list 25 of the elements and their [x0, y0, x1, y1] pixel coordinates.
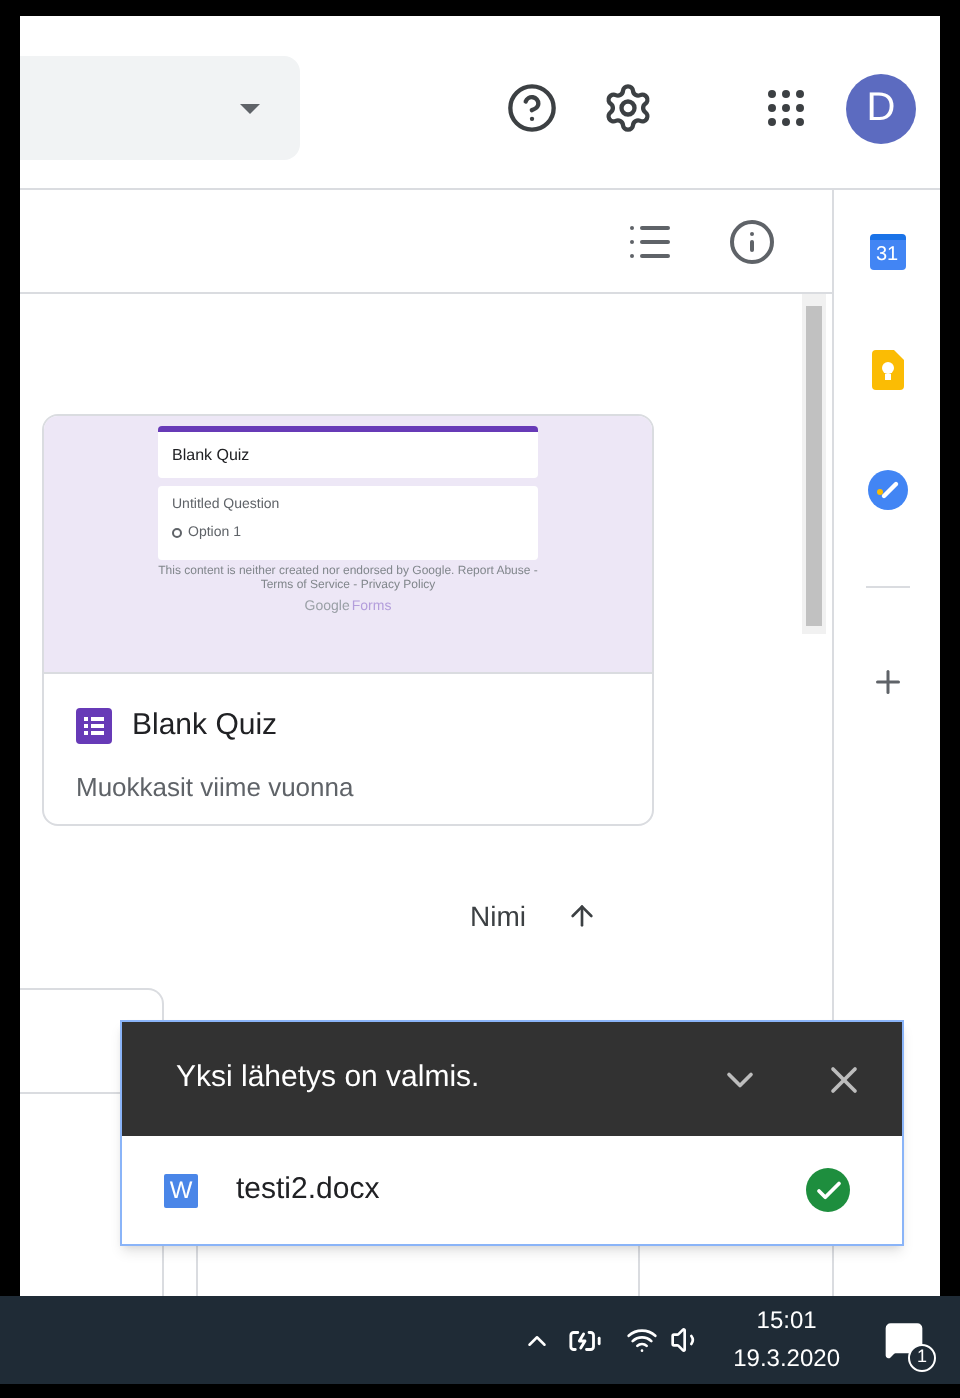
word-file-icon: W [164, 1173, 198, 1207]
caret-icon [240, 103, 260, 113]
taskbar-clock[interactable]: 15:01 19.3.2020 [733, 1302, 840, 1378]
tasks-icon[interactable] [867, 470, 907, 510]
form-title: Blank Quiz [132, 706, 278, 746]
notification-count: 1 [908, 1344, 936, 1372]
scrollbar-thumb[interactable] [806, 306, 822, 626]
notifications-icon[interactable] [884, 1320, 924, 1360]
account-avatar[interactable]: D [846, 73, 916, 143]
calendar-icon[interactable]: 31 [869, 234, 905, 270]
search-field[interactable] [20, 56, 300, 160]
info-icon[interactable] [728, 217, 776, 265]
wifi-icon[interactable] [625, 1324, 658, 1356]
forms-icon [76, 708, 112, 745]
apps-icon[interactable] [762, 84, 810, 132]
clock-date: 19.3.2020 [733, 1342, 840, 1376]
settings-icon[interactable] [602, 82, 654, 134]
upload-status-title: Yksi lähetys on valmis. [176, 1058, 482, 1099]
preview-title: Blank Quiz [158, 426, 538, 478]
clock-time: 15:01 [756, 1304, 817, 1338]
form-modified: Muokkasit viime vuonna [76, 769, 356, 805]
radio-icon [172, 528, 182, 539]
sort-label[interactable]: Nimi [470, 895, 526, 937]
help-icon[interactable] [506, 82, 558, 134]
file-name[interactable]: testi2.docx [236, 1167, 806, 1213]
